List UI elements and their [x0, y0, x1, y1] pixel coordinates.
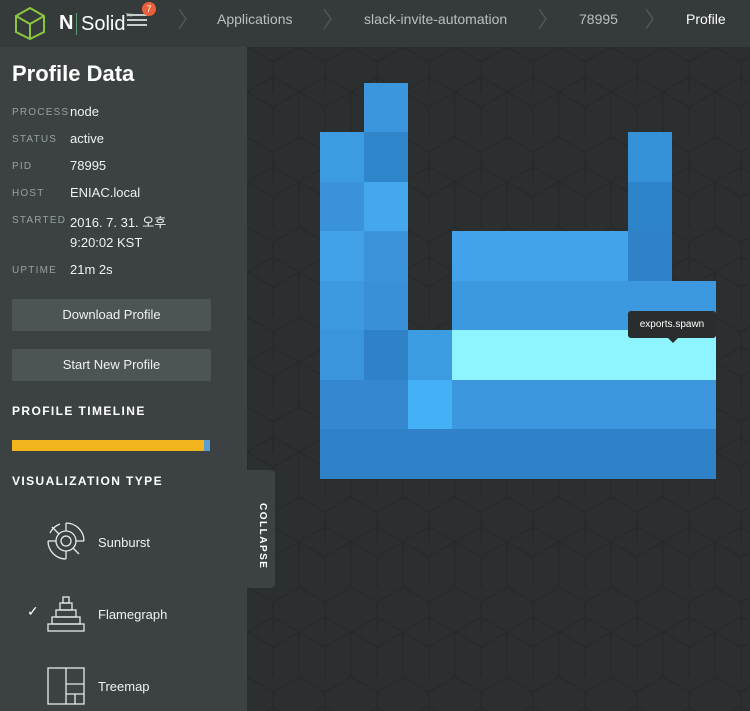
status-label: STATUS — [12, 134, 58, 145]
flame-frame[interactable] — [320, 380, 408, 429]
process-label: PROCESS — [12, 107, 70, 118]
check-icon: ✓ — [27, 603, 39, 619]
download-profile-button[interactable]: Download Profile — [12, 299, 211, 331]
uptime-label: UPTIME — [12, 265, 57, 276]
flame-frame[interactable] — [364, 132, 408, 182]
uptime-value: 21m 2s — [70, 262, 113, 277]
flame-frame[interactable] — [628, 182, 672, 231]
flame-frame[interactable] — [628, 132, 672, 182]
profile-timeline-bar[interactable] — [12, 440, 210, 451]
started-label: STARTED — [12, 215, 67, 226]
logo-divider — [76, 13, 77, 35]
viz-option-flamegraph[interactable]: ✓ Flamegraph — [0, 590, 240, 640]
collapse-label: COLLAPSE — [257, 503, 268, 570]
pid-value: 78995 — [70, 158, 107, 173]
host-value: ENIAC.local — [70, 185, 141, 200]
treemap-icon — [47, 667, 85, 705]
started-value-date: 2016. 7. 31. 오후 — [70, 215, 167, 230]
flame-frame[interactable] — [364, 281, 408, 330]
logo-solid: Solid — [81, 13, 126, 35]
process-value: node — [70, 104, 99, 119]
flame-frame[interactable] — [452, 231, 628, 281]
flame-frame[interactable] — [452, 380, 716, 429]
notification-badge: 7 — [142, 2, 156, 16]
flamegraph-icon — [47, 596, 85, 632]
flame-frame[interactable] — [628, 231, 672, 281]
top-bar: N Solid ™ 7 Applications slack-invite-au… — [0, 0, 750, 47]
started-value-time: 9:20:02 KST — [70, 235, 143, 250]
pid-label: PID — [12, 161, 33, 172]
cube-logo-icon — [15, 6, 45, 41]
host-label: HOST — [12, 188, 45, 199]
flame-frame[interactable] — [320, 330, 364, 380]
flame-tooltip: exports.spawn — [628, 311, 716, 343]
flame-frame[interactable] — [320, 132, 364, 182]
flame-frame[interactable] — [408, 380, 452, 429]
profile-timeline-heading: PROFILE TIMELINE — [12, 404, 146, 418]
breadcrumb-app-name[interactable]: slack-invite-automation — [364, 11, 507, 27]
page-title: Profile Data — [12, 61, 135, 86]
chevron-right-icon — [538, 8, 547, 30]
viz-option-treemap[interactable]: Treemap — [0, 661, 240, 711]
flame-frame[interactable] — [320, 231, 364, 281]
collapse-tab[interactable]: COLLAPSE — [247, 470, 275, 588]
viz-option-label: Sunburst — [98, 535, 151, 550]
breadcrumb-applications[interactable]: Applications — [217, 11, 293, 27]
viz-option-sunburst[interactable]: Sunburst — [0, 517, 240, 567]
viz-option-label: Treemap — [98, 679, 150, 694]
flame-frame[interactable] — [320, 182, 364, 231]
nsolid-logo[interactable]: N Solid ™ — [12, 6, 133, 41]
flame-frame[interactable] — [364, 83, 408, 132]
breadcrumb-profile: Profile — [686, 11, 726, 27]
status-value: active — [70, 131, 104, 146]
flame-frame[interactable] — [320, 429, 716, 479]
flame-frame[interactable] — [364, 182, 408, 231]
chevron-right-icon — [645, 8, 654, 30]
flame-frame[interactable] — [364, 231, 408, 281]
flame-frame[interactable] — [364, 330, 408, 380]
chevron-right-icon — [323, 8, 332, 30]
flame-frame[interactable] — [320, 281, 364, 330]
chevron-right-icon — [178, 8, 187, 30]
breadcrumb-pid[interactable]: 78995 — [579, 11, 618, 27]
start-new-profile-button[interactable]: Start New Profile — [12, 349, 211, 381]
logo-n: N — [59, 12, 74, 34]
visualization-type-heading: VISUALIZATION TYPE — [12, 474, 163, 488]
flame-frame[interactable] — [408, 330, 452, 380]
sunburst-icon — [47, 522, 85, 560]
viz-option-label: Flamegraph — [98, 607, 168, 622]
